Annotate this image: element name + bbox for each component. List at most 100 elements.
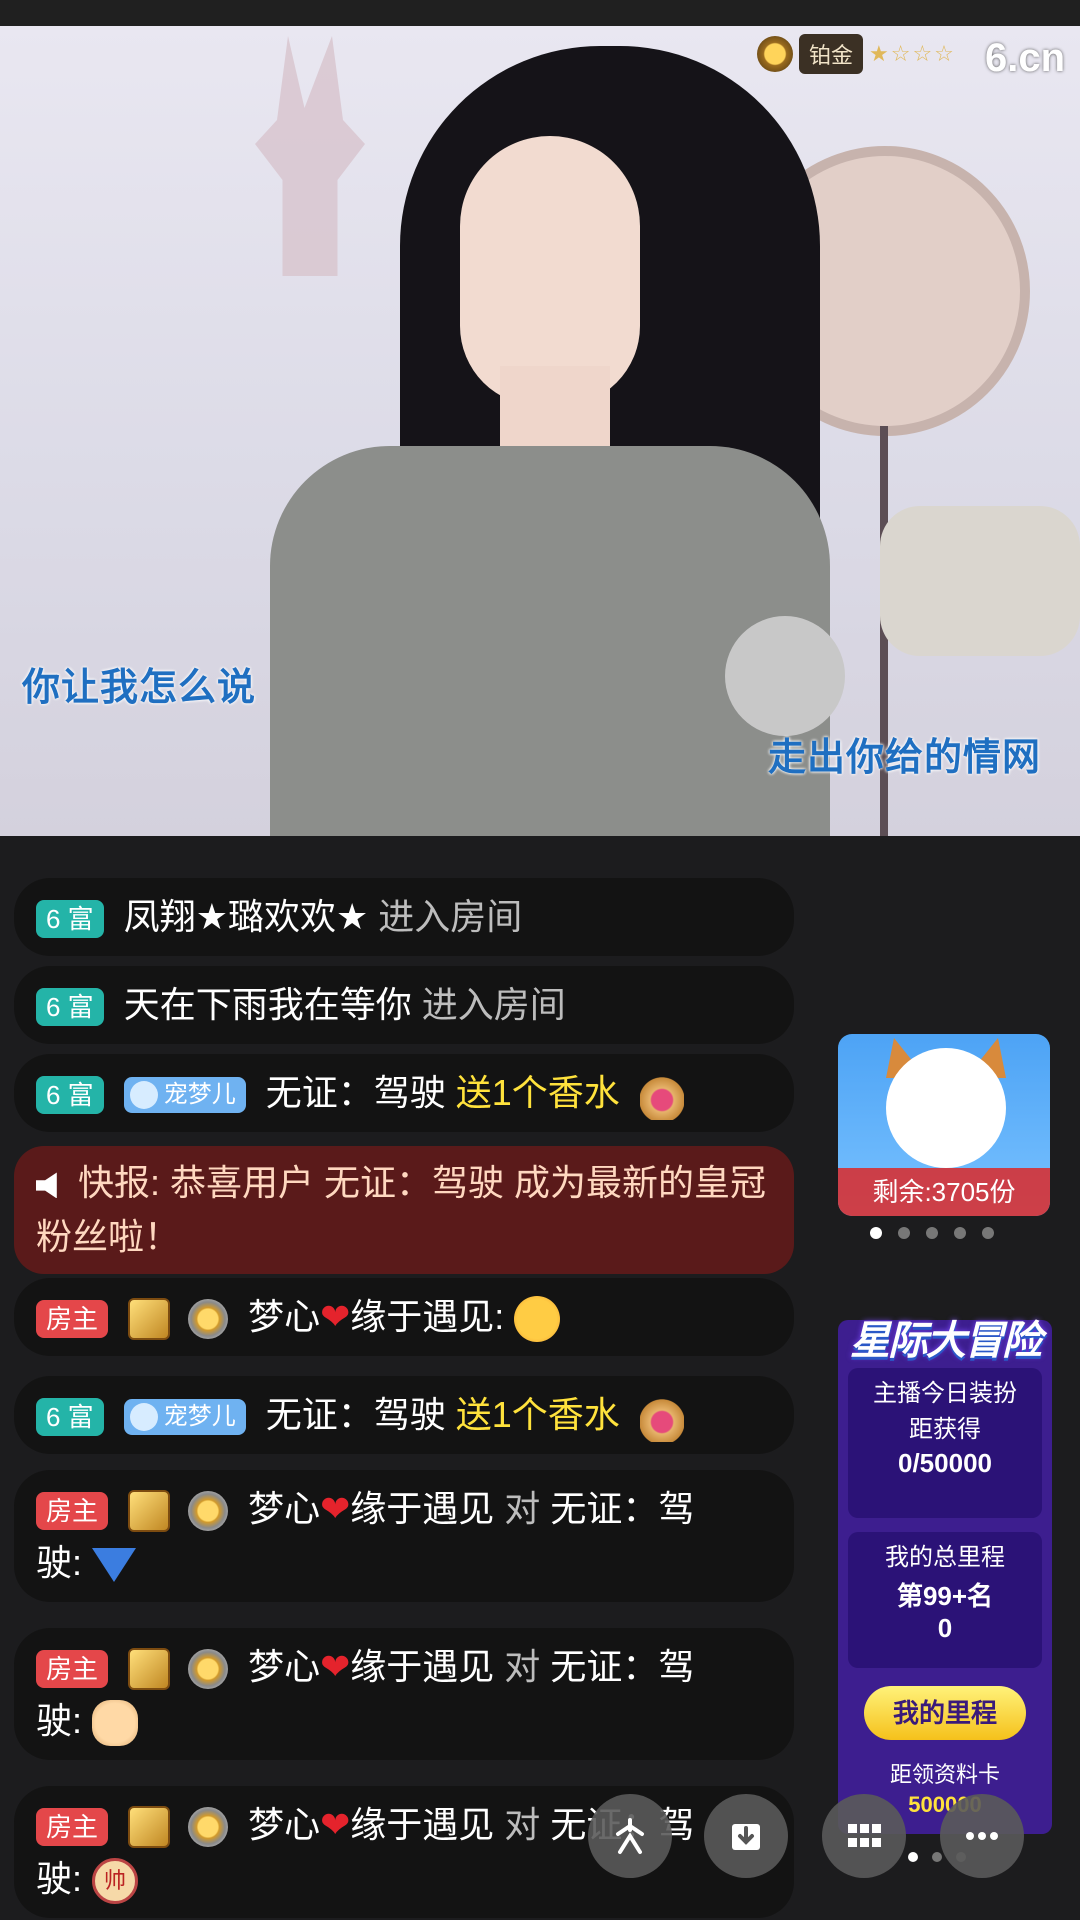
gift-text: 送1个香水: [455, 1394, 620, 1435]
lyric-line-left: 你让我怎么说: [22, 667, 257, 709]
host-tag: 房主: [36, 1300, 109, 1339]
more-icon: [966, 1832, 998, 1840]
target-user-suffix: 驶:: [36, 1858, 83, 1899]
adventure-card-label: 我的总里程: [885, 1544, 1005, 1571]
chat-message[interactable]: 6 富 凤翔★璐欢欢★ 进入房间: [14, 878, 794, 956]
chat-message[interactable]: 房主 梦心❤缘于遇见 对 无证：驾 驶:: [14, 1628, 794, 1760]
chat-message[interactable]: 房主 梦心❤缘于遇见:: [14, 1278, 794, 1356]
level-badge[interactable]: 铂金 ★☆☆☆: [757, 34, 956, 74]
medal-icon: [188, 1491, 229, 1532]
adventure-card-mileage: 我的总里程 第99+名 0: [848, 1532, 1042, 1668]
news-text: 快报: 恭喜用户 无证：驾驶 成为最新的皇冠粉丝啦！: [36, 1162, 767, 1257]
level-label: 铂金: [799, 34, 864, 74]
chat-username[interactable]: 梦心: [248, 1488, 320, 1529]
microphone: [725, 616, 845, 736]
chat-message[interactable]: 6 富 天在下雨我在等你 进入房间: [14, 966, 794, 1044]
promo-pager[interactable]: [870, 1227, 994, 1239]
chat-username[interactable]: 梦心: [248, 1804, 320, 1845]
shuai-emoji-icon: 帅: [92, 1858, 139, 1905]
adventure-card-value: 0/50000: [898, 1448, 992, 1478]
target-user-suffix: 驶:: [36, 1700, 83, 1741]
adventure-card-label: 距获得: [909, 1416, 981, 1443]
download-button[interactable]: [704, 1794, 788, 1878]
emoji-face-icon: [514, 1296, 561, 1343]
chat-message[interactable]: 房主 梦心❤缘于遇见 对 无证：驾 驶: 帅: [14, 1786, 794, 1918]
target-user[interactable]: 无证：驾: [550, 1488, 694, 1529]
lucky-cat-promo[interactable]: 剩余:3705份: [838, 1034, 1050, 1216]
rich-level-tag: 6 富: [36, 988, 104, 1027]
pager-dot[interactable]: [982, 1227, 994, 1239]
live-video[interactable]: 铂金 ★☆☆☆ 6.cn 你让我怎么说 走出你给的情网: [0, 26, 1080, 836]
chat-message[interactable]: 房主 梦心❤缘于遇见 对 无证：驾 驶:: [14, 1470, 794, 1602]
perfume-gift-icon: [639, 1392, 684, 1443]
adventure-card-outfit: 主播今日装扮 距获得 0/50000: [848, 1368, 1042, 1518]
chat-username[interactable]: 无证：驾驶: [266, 1394, 446, 1435]
pager-dot[interactable]: [926, 1227, 938, 1239]
chat-username[interactable]: 梦心: [248, 1646, 320, 1687]
grid-icon: [848, 1824, 881, 1847]
wall-decoration: [255, 36, 365, 276]
chat-username-suffix[interactable]: 缘于遇见: [350, 1646, 494, 1687]
target-user-suffix: 驶:: [36, 1542, 83, 1583]
share-button[interactable]: [588, 1794, 672, 1878]
pet-badge: 宠梦儿: [123, 1077, 246, 1114]
to-word: 对: [504, 1646, 541, 1687]
chat-username[interactable]: 梦心: [248, 1296, 320, 1337]
pager-dot[interactable]: [932, 1852, 942, 1862]
v-rank-icon: [92, 1548, 137, 1583]
host-tag: 房主: [36, 1808, 109, 1847]
medal-icon: [188, 1807, 229, 1848]
chat-message[interactable]: 6 富 宠梦儿 无证：驾驶 送1个香水: [14, 1376, 794, 1455]
chat-action: 进入房间: [421, 984, 566, 1025]
share-icon: [616, 1818, 644, 1854]
medal-icon: [188, 1649, 229, 1690]
promo-remaining: 剩余:3705份: [838, 1168, 1050, 1216]
adventure-widget[interactable]: 星际大冒险 主播今日装扮 距获得 0/50000 我的总里程 第99+名 0 我…: [838, 1319, 1052, 1834]
level-stars: ★☆☆☆: [869, 41, 956, 66]
heart-icon: ❤: [320, 1804, 351, 1845]
gold-badge-icon: [128, 1806, 171, 1849]
gold-badge-icon: [128, 1648, 171, 1691]
download-icon: [732, 1824, 760, 1850]
adventure-card-value: 0: [937, 1613, 953, 1643]
chat-username[interactable]: 无证：驾驶: [266, 1072, 446, 1113]
heart-icon: ❤: [320, 1296, 351, 1337]
to-word: 对: [504, 1488, 541, 1529]
pager-dot[interactable]: [954, 1227, 966, 1239]
level-coin-icon: [757, 36, 793, 72]
speaker-icon: [36, 1172, 57, 1199]
host-tag: 房主: [36, 1650, 109, 1689]
chat-action: 进入房间: [378, 896, 523, 937]
lyric-line-right: 走出你给的情网: [768, 737, 1042, 779]
pager-dot[interactable]: [870, 1227, 882, 1239]
chat-username[interactable]: 天在下雨我在等你: [124, 984, 412, 1025]
chat-message[interactable]: 6 富 宠梦儿 无证：驾驶 送1个香水: [14, 1054, 794, 1133]
background-equipment: [880, 506, 1080, 656]
adventure-rank: 第99+名: [896, 1581, 994, 1611]
lucky-cat-icon: [886, 1048, 1006, 1168]
heart-icon: ❤: [320, 1646, 351, 1687]
rich-level-tag: 6 富: [36, 900, 104, 939]
rich-level-tag: 6 富: [36, 1076, 104, 1115]
status-bar: [0, 0, 1080, 26]
adventure-title: 星际大冒险: [850, 1319, 1042, 1363]
heart-icon: ❤: [320, 1488, 351, 1529]
pager-dot[interactable]: [908, 1852, 918, 1862]
host-tag: 房主: [36, 1492, 109, 1531]
more-button[interactable]: [940, 1794, 1024, 1878]
gold-badge-icon: [128, 1298, 171, 1341]
adventure-card-label: 主播今日装扮: [873, 1380, 1017, 1407]
gold-badge-icon: [128, 1490, 171, 1533]
perfume-gift-icon: [639, 1070, 684, 1121]
pager-dot[interactable]: [898, 1227, 910, 1239]
news-banner[interactable]: 快报: 恭喜用户 无证：驾驶 成为最新的皇冠粉丝啦！: [14, 1146, 794, 1274]
site-logo: 6.cn: [985, 36, 1066, 80]
menu-grid-button[interactable]: [822, 1794, 906, 1878]
chat-username-suffix[interactable]: 缘于遇见:: [350, 1296, 504, 1337]
chat-username-suffix[interactable]: 缘于遇见: [350, 1804, 494, 1845]
my-mileage-button[interactable]: 我的里程: [864, 1686, 1026, 1740]
chat-username[interactable]: 凤翔★璐欢欢★: [124, 896, 369, 937]
target-user[interactable]: 无证：驾: [550, 1646, 694, 1687]
chat-username-suffix[interactable]: 缘于遇见: [350, 1488, 494, 1529]
adventure-foot-label: 距领资料卡: [889, 1762, 1000, 1787]
